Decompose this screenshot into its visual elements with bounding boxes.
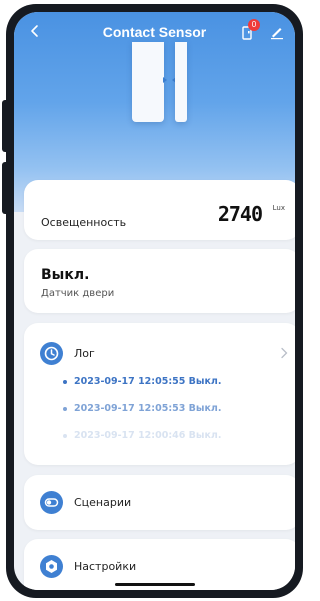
log-entry: 2023-09-17 12:05:55 Выкл. xyxy=(63,376,222,387)
illuminance-label: Освещенность xyxy=(41,216,127,229)
scenarios-label: Сценарии xyxy=(74,496,132,509)
log-entry: 2023-09-17 12:00:46 Выкл. xyxy=(63,430,222,441)
log-dot-icon xyxy=(63,434,67,438)
log-card[interactable]: Лог 2023-09-17 12:05:55 Выкл. 2023-09-17… xyxy=(24,323,295,465)
gear-icon xyxy=(40,555,63,578)
log-dot-icon xyxy=(63,407,67,411)
settings-label: Настройки xyxy=(74,560,137,573)
log-entry-text: 2023-09-17 12:00:46 Выкл. xyxy=(74,430,222,441)
toggle-icon xyxy=(40,491,63,514)
sensor-arrow-right-icon xyxy=(163,77,167,83)
log-entry-text: 2023-09-17 12:05:55 Выкл. xyxy=(74,376,222,387)
app-screen: Contact Sensor 0 Освещенность 2740 Lux В… xyxy=(14,12,295,590)
home-indicator[interactable] xyxy=(115,583,195,586)
sensor-device-name: Датчик двери xyxy=(41,288,115,299)
sensor-body-illustration xyxy=(132,42,164,122)
notification-badge: 0 xyxy=(248,19,260,31)
illuminance-value: 2740 xyxy=(217,202,263,226)
log-dot-icon xyxy=(63,380,67,384)
log-title: Лог xyxy=(74,347,95,360)
scenarios-item[interactable]: Сценарии xyxy=(24,475,295,530)
illuminance-card: Освещенность 2740 Lux xyxy=(24,180,295,240)
phone-frame: Contact Sensor 0 Освещенность 2740 Lux В… xyxy=(6,4,303,598)
sensor-magnet-illustration xyxy=(175,42,187,122)
edit-pencil-icon[interactable] xyxy=(269,24,285,40)
log-entry-text: 2023-09-17 12:05:53 Выкл. xyxy=(74,403,222,414)
log-entry: 2023-09-17 12:05:53 Выкл. xyxy=(63,403,222,414)
sensor-state: Выкл. xyxy=(41,267,90,283)
status-card: Выкл. Датчик двери xyxy=(24,249,295,313)
clock-icon xyxy=(40,342,63,365)
chevron-right-icon[interactable] xyxy=(280,347,288,359)
illuminance-unit: Lux xyxy=(272,204,285,212)
